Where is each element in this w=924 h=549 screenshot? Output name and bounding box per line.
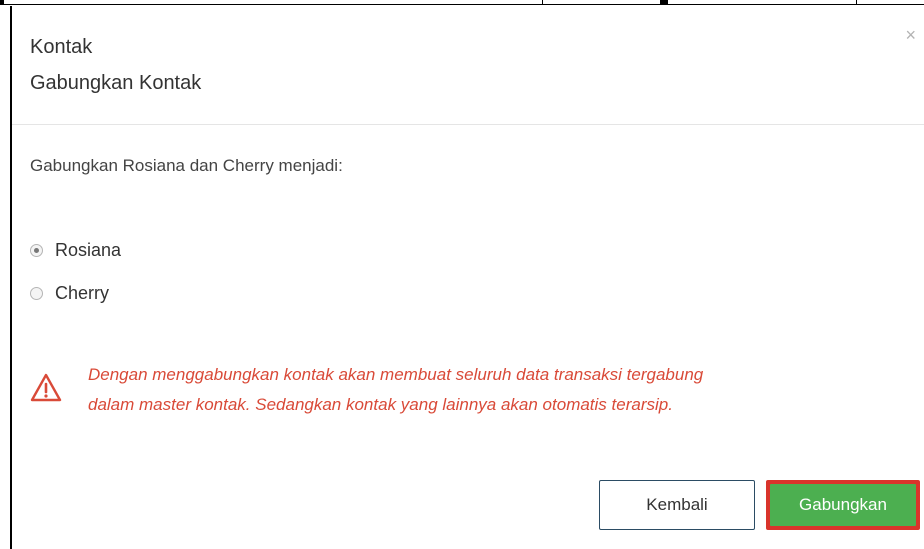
radio-button-checked[interactable] bbox=[30, 244, 43, 257]
breadcrumb: Kontak bbox=[30, 36, 93, 58]
back-button[interactable]: Kembali bbox=[599, 480, 755, 530]
merge-question: Gabungkan Rosiana dan Cherry menjadi: bbox=[30, 156, 343, 175]
merge-button-highlight: Gabungkan bbox=[766, 480, 920, 530]
warning-line-2: dalam master kontak. Sedangkan kontak ya… bbox=[88, 395, 673, 414]
dialog-header: Kontak Gabungkan Kontak × bbox=[12, 6, 924, 125]
warning-line-1: Dengan menggabungkan kontak akan membuat… bbox=[88, 365, 704, 384]
radio-label: Rosiana bbox=[55, 240, 122, 260]
radio-option-rosiana[interactable]: Rosiana bbox=[30, 240, 121, 261]
merge-contact-dialog: Kontak Gabungkan Kontak × Gabungkan Rosi… bbox=[10, 6, 924, 549]
close-icon[interactable]: × bbox=[905, 26, 916, 44]
window-top-edge bbox=[0, 0, 924, 5]
dialog-title: Gabungkan Kontak bbox=[30, 72, 202, 94]
radio-label: Cherry bbox=[55, 283, 110, 303]
warning-triangle-icon bbox=[30, 373, 62, 402]
radio-option-cherry[interactable]: Cherry bbox=[30, 283, 109, 304]
merge-button[interactable]: Gabungkan bbox=[770, 484, 916, 526]
warning-message: Dengan menggabungkan kontak akan membuat… bbox=[88, 360, 898, 420]
radio-button-unchecked[interactable] bbox=[30, 287, 43, 300]
